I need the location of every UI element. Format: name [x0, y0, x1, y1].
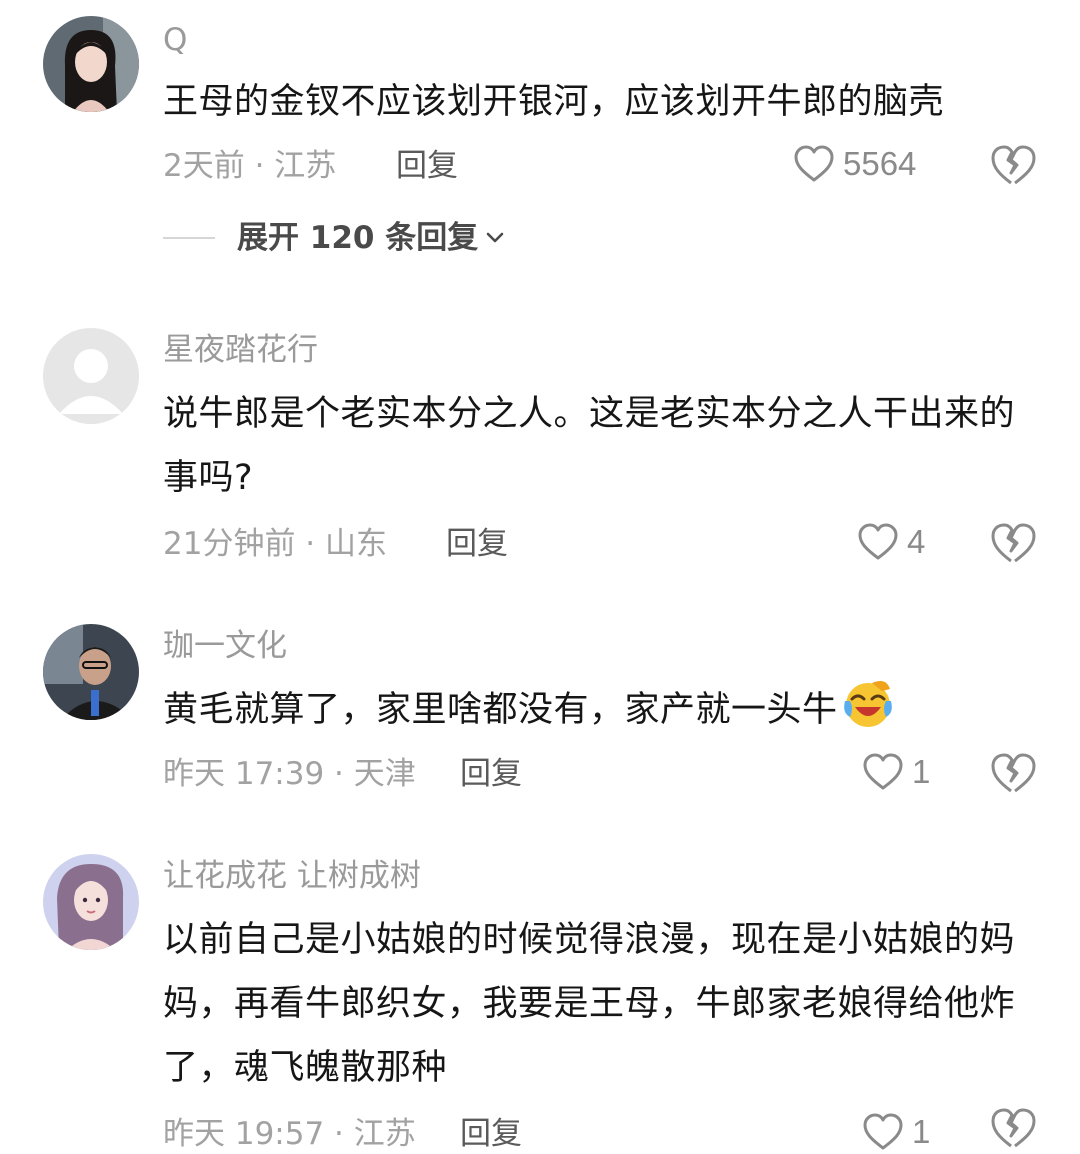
comment-meta: 昨天 19:57 · 江苏 — [163, 1116, 416, 1152]
broken-heart-icon — [991, 1108, 1036, 1148]
like-count: 1 — [912, 1113, 931, 1150]
comment-item: 让花成花 让树成树 以前自己是小姑娘的时候觉得浪漫，现在是小姑娘的妈妈，再看牛郎… — [0, 0, 1080, 1154]
dislike-button[interactable] — [990, 1106, 1036, 1150]
reply-button[interactable]: 回复 — [460, 1114, 522, 1154]
comment-text: 以前自己是小姑娘的时候觉得浪漫，现在是小姑娘的妈妈，再看牛郎织女，我要是王母，牛… — [163, 920, 1016, 1088]
heart-outline-icon — [863, 1113, 903, 1150]
like-button[interactable]: 1 — [862, 1112, 930, 1152]
username[interactable]: 让花成花 让树成树 — [163, 856, 421, 896]
avatar[interactable] — [43, 854, 139, 950]
